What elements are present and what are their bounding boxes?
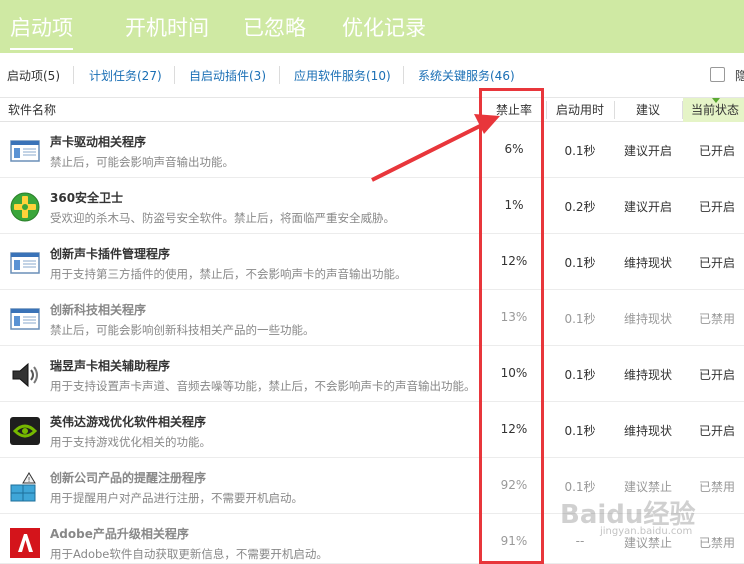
row-description: 用于Adobe软件自动获取更新信息，不需要开机启动。	[50, 547, 328, 561]
row-boot-time: 0.1秒	[564, 480, 596, 494]
tab-boot-time[interactable]: 开机时间	[125, 12, 209, 42]
row-boot-time: 0.1秒	[564, 144, 596, 158]
row-state[interactable]: 已开启	[690, 198, 744, 215]
row-disable-rate: 12%	[500, 422, 528, 436]
header-divider	[682, 101, 683, 119]
row-suggestion: 建议开启	[623, 200, 672, 214]
subtab-divider	[279, 66, 280, 84]
row-suggestion: 建议开启	[623, 144, 672, 158]
tab-ignored[interactable]: 已忽略	[243, 12, 306, 42]
row-title: 360安全卫士	[50, 191, 124, 205]
creative-register-icon: !	[9, 471, 41, 503]
row-state[interactable]: 已开启	[690, 366, 744, 383]
row-disable-rate: 1%	[504, 198, 524, 212]
row-boot-time: 0.2秒	[564, 200, 596, 214]
sub-tab-bar: 启动项(5) 计划任务(27) 自启动插件(3) 应用软件服务(10) 系统关键…	[0, 53, 744, 98]
row-boot-time: 0.1秒	[564, 424, 596, 438]
row-description: 禁止后，可能会影响创新科技相关产品的一些功能。	[50, 323, 315, 337]
creative-plugin-icon	[9, 247, 41, 279]
row-state[interactable]: 已禁用	[690, 534, 744, 551]
row-title: 创新科技相关程序	[50, 303, 147, 317]
360-security-icon	[9, 191, 41, 223]
watermark-url: jingyan.baidu.com	[600, 526, 693, 537]
row-state[interactable]: 已开启	[690, 142, 744, 159]
subtab-divider	[73, 66, 74, 84]
table-row[interactable]: 360安全卫士 受欢迎的杀木马、防盗号安全软件。禁止后，将面临严重安全威胁。 1…	[0, 178, 744, 234]
subtab-startup-items[interactable]: 启动项(5)	[7, 67, 60, 84]
row-title: 创新声卡插件管理程序	[50, 247, 171, 261]
row-boot-time: 0.1秒	[564, 312, 596, 326]
row-description: 用于支持游戏优化相关的功能。	[50, 435, 211, 449]
table-row[interactable]: 创新声卡插件管理程序 用于支持第三方插件的使用，禁止后，不会影响声卡的声音输出功…	[0, 234, 744, 290]
row-title: 声卡驱动相关程序	[50, 135, 147, 149]
col-name-header[interactable]: 软件名称	[8, 98, 56, 122]
row-boot-time: 0.1秒	[564, 256, 596, 270]
col-rate-header[interactable]: 禁止率	[496, 98, 532, 122]
row-state[interactable]: 已开启	[690, 422, 744, 439]
hide-checkbox-label: 隐	[735, 69, 744, 83]
row-suggestion: 维持现状	[623, 424, 672, 438]
hide-checkbox[interactable]	[710, 67, 725, 82]
row-suggestion: 维持现状	[623, 368, 672, 382]
row-disable-rate: 92%	[500, 478, 528, 492]
subtab-app-services[interactable]: 应用软件服务(10)	[294, 67, 391, 84]
subtab-system-services[interactable]: 系统关键服务(46)	[418, 67, 515, 84]
row-disable-rate: 6%	[504, 142, 524, 156]
tab-optimize-log[interactable]: 优化记录	[342, 12, 426, 42]
row-description: 用于支持第三方插件的使用，禁止后，不会影响声卡的声音输出功能。	[50, 267, 407, 281]
speaker-icon	[9, 359, 41, 391]
row-description: 用于支持设置声卡声道、音频去噪等功能，禁止后，不会影响声卡的声音输出功能。	[50, 379, 476, 393]
row-description: 受欢迎的杀木马、防盗号安全软件。禁止后，将面临严重安全威胁。	[50, 211, 395, 225]
header-divider	[614, 101, 615, 119]
row-disable-rate: 13%	[500, 310, 528, 324]
row-suggestion: 建议禁止	[623, 480, 672, 494]
row-description: 用于提醒用户对产品进行注册，不需要开机启动。	[50, 491, 303, 505]
header-divider	[480, 101, 481, 119]
header-divider	[546, 101, 547, 119]
row-suggestion: 维持现状	[623, 256, 672, 270]
table-row[interactable]: 瑞昱声卡相关辅助程序 用于支持设置声卡声道、音频去噪等功能，禁止后，不会影响声卡…	[0, 346, 744, 402]
subtab-divider	[174, 66, 175, 84]
row-title: 英伟达游戏优化软件相关程序	[50, 415, 207, 429]
adobe-icon	[9, 527, 41, 559]
row-boot-time: 0.1秒	[564, 368, 596, 382]
row-disable-rate: 10%	[500, 366, 528, 380]
creative-tech-icon	[9, 303, 41, 335]
table-row[interactable]: 声卡驱动相关程序 禁止后，可能会影响声音输出功能。 6% 0.1秒 建议开启 已…	[0, 122, 744, 178]
svg-text:!: !	[28, 476, 31, 484]
row-state[interactable]: 已开启	[690, 254, 744, 271]
row-title: 创新公司产品的提醒注册程序	[50, 471, 207, 485]
col-time-header[interactable]: 启动用时	[556, 98, 604, 122]
subtab-scheduled-tasks[interactable]: 计划任务(27)	[89, 67, 162, 84]
nvidia-icon	[9, 415, 41, 447]
row-disable-rate: 12%	[500, 254, 528, 268]
top-tab-bar: 启动项 开机时间 已忽略 优化记录	[0, 0, 744, 53]
row-suggestion: 维持现状	[623, 312, 672, 326]
tab-startup[interactable]: 启动项	[10, 12, 73, 50]
subtab-autostart-plugins[interactable]: 自启动插件(3)	[189, 67, 266, 84]
subtab-divider	[403, 66, 404, 84]
row-disable-rate: 91%	[500, 534, 528, 548]
row-title: 瑞昱声卡相关辅助程序	[50, 359, 171, 373]
row-state[interactable]: 已禁用	[690, 478, 744, 495]
table-header: 软件名称 禁止率 启动用时 建议 当前状态	[0, 98, 744, 122]
col-suggestion-header[interactable]: 建议	[636, 98, 660, 122]
table-row[interactable]: 英伟达游戏优化软件相关程序 用于支持游戏优化相关的功能。 12% 0.1秒 维持…	[0, 402, 744, 458]
row-title: Adobe产品升级相关程序	[50, 527, 189, 541]
sort-indicator-icon	[712, 98, 720, 103]
sound-driver-icon	[9, 135, 41, 167]
row-state[interactable]: 已禁用	[690, 310, 744, 327]
table-row[interactable]: 创新科技相关程序 禁止后，可能会影响创新科技相关产品的一些功能。 13% 0.1…	[0, 290, 744, 346]
row-description: 禁止后，可能会影响声音输出功能。	[50, 155, 234, 169]
